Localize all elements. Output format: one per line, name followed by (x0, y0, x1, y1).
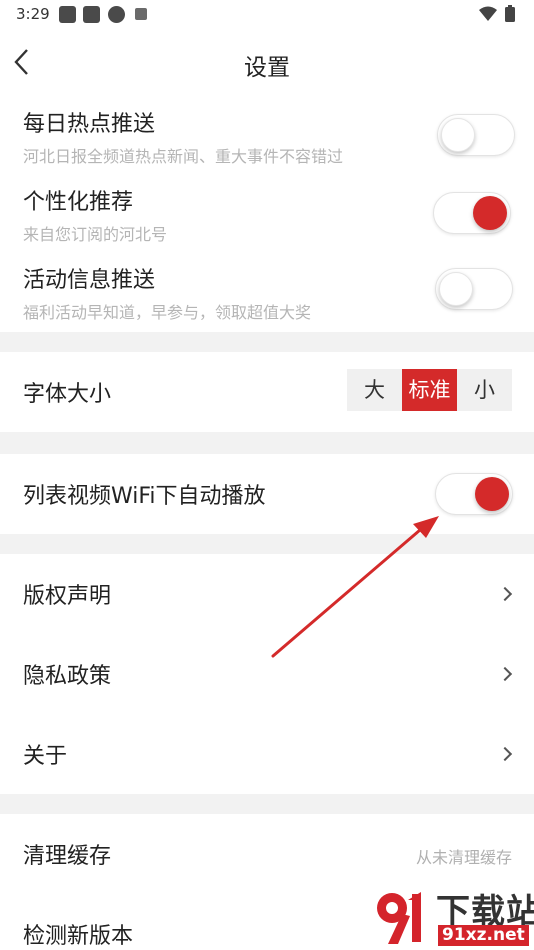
setting-title: 活动信息推送 (23, 268, 156, 293)
chevron-right-icon (497, 586, 513, 602)
setting-title: 检测新版本 (23, 924, 134, 949)
vpn-icon (108, 6, 125, 23)
daily-hot-toggle[interactable] (437, 114, 515, 156)
chevron-right-icon (497, 666, 513, 682)
nav-bar: 设置 (0, 36, 534, 88)
setting-row-font-size: 字体大小 大 标准 小 (0, 352, 534, 432)
setting-title: 清理缓存 (23, 844, 112, 869)
link-row-about[interactable]: 关于 (0, 714, 534, 794)
status-time: 3:29 (16, 5, 50, 23)
toggle-knob (439, 272, 473, 306)
notification-icon (59, 6, 76, 23)
section-divider (0, 332, 534, 352)
font-size-small[interactable]: 小 (457, 369, 512, 411)
status-right-icons (479, 5, 515, 22)
section-divider (0, 432, 534, 454)
setting-title: 隐私政策 (23, 664, 112, 689)
setting-row-activity: 活动信息推送 福利活动早知道，早参与，领取超值大奖 (0, 256, 534, 332)
watermark-logo (377, 892, 421, 944)
link-row-privacy[interactable]: 隐私政策 (0, 634, 534, 714)
font-size-large[interactable]: 大 (347, 369, 402, 411)
toggle-knob (441, 118, 475, 152)
watermark-sub-text: 91xz.net (438, 925, 529, 946)
cache-status: 从未清理缓存 (415, 848, 512, 867)
setting-title: 字体大小 (23, 382, 112, 407)
toggle-knob (473, 196, 507, 230)
setting-title: 版权声明 (23, 584, 112, 609)
setting-subtitle: 来自您订阅的河北号 (23, 225, 168, 244)
setting-subtitle: 福利活动早知道，早参与，领取超值大奖 (23, 303, 312, 322)
app-icon (135, 8, 147, 20)
font-size-standard[interactable]: 标准 (402, 369, 457, 411)
notification-icon (83, 6, 100, 23)
chevron-right-icon (497, 746, 513, 762)
setting-title: 关于 (23, 744, 68, 769)
status-bar: 3:29 (0, 0, 534, 30)
section-divider (0, 534, 534, 554)
wifi-icon (479, 6, 497, 21)
link-row-copyright[interactable]: 版权声明 (0, 554, 534, 634)
section-divider (0, 794, 534, 814)
activity-toggle[interactable] (435, 268, 513, 310)
toggle-knob (475, 477, 509, 511)
setting-row-video-autoplay: 列表视频WiFi下自动播放 (0, 454, 534, 534)
video-autoplay-toggle[interactable] (435, 473, 513, 515)
personalized-toggle[interactable] (433, 192, 511, 234)
setting-title: 列表视频WiFi下自动播放 (23, 484, 266, 509)
watermark: 下载站 91xz.net (368, 882, 534, 948)
setting-title: 个性化推荐 (23, 190, 134, 215)
battery-icon (505, 7, 515, 22)
setting-row-personalized: 个性化推荐 来自您订阅的河北号 (0, 178, 534, 256)
setting-subtitle: 河北日报全频道热点新闻、重大事件不容错过 (23, 147, 344, 166)
page-title: 设置 (244, 55, 290, 81)
setting-row-daily-hot: 每日热点推送 河北日报全频道热点新闻、重大事件不容错过 (0, 100, 534, 178)
setting-title: 每日热点推送 (23, 112, 156, 137)
font-size-selector: 大 标准 小 (347, 369, 512, 411)
